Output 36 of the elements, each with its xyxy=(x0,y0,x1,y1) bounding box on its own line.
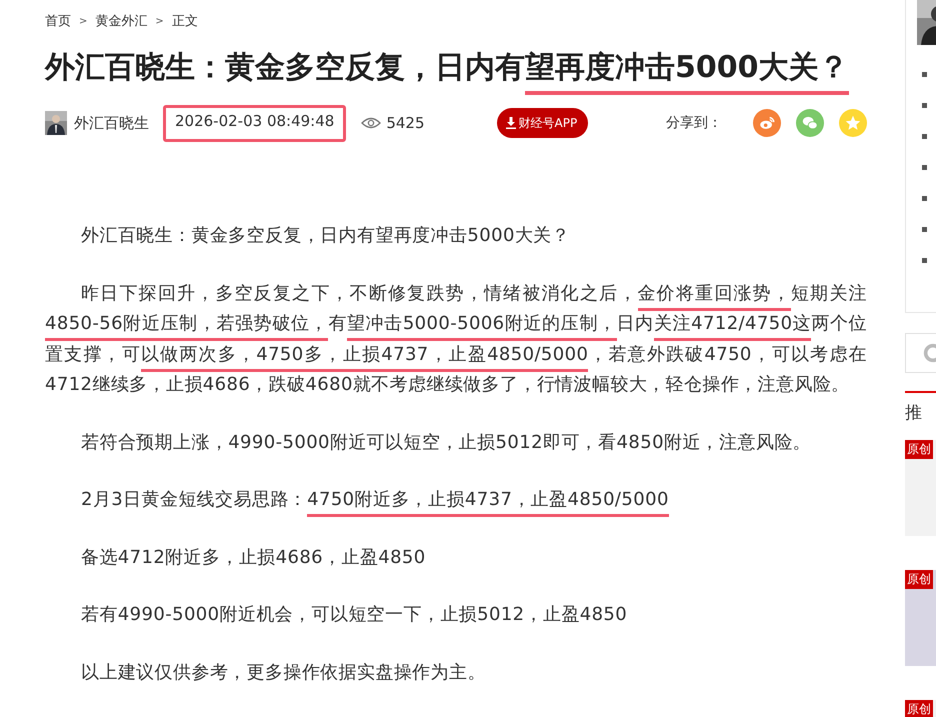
download-icon xyxy=(506,117,516,129)
list-bullet-icon xyxy=(922,134,927,139)
list-bullet-icon xyxy=(922,258,927,263)
share-label: 分享到： xyxy=(666,114,722,132)
article-title: 外汇百晓生：黄金多空反复，日内有望再度冲击5000大关？ xyxy=(45,46,867,102)
list-bullet-icon xyxy=(922,196,927,201)
article-paragraph: 若有4990-5000附近机会，可以短空一下，止损5012，止盈4850 xyxy=(80,603,628,627)
publish-date: 2026-02-03 08:49:48 xyxy=(163,104,346,142)
article-paragraph: 外汇百晓生：黄金多空反复，日内有望再度冲击5000大关？ xyxy=(80,224,572,248)
breadcrumb-separator: > xyxy=(155,16,164,26)
swirl-logo-icon xyxy=(758,114,776,132)
author-name[interactable]: 外汇百晓生 xyxy=(74,114,149,132)
app-download-button[interactable]: 财经号APP xyxy=(496,108,588,138)
share-button[interactable] xyxy=(839,109,867,137)
breadcrumb-link[interactable]: 正文 xyxy=(172,12,198,30)
article-paragraph: 2月3日黄金短线交易思路：4750附近多，止损4737，止盈4850/5000 xyxy=(45,485,867,516)
article-paragraph: 昨日下探回升，多空反复之下，不断修复跌势，情绪被消化之后，金价将重回涨势，短期关注 4850-56附近压制，若强势破位，有望冲击5000-5006附近的压制，日内关注4712/4750这两个位置支撑，可以做两次多，4750多，止损4737，止盈4850/5000，若意外跌破4750，可以考虑在4712继续多，止损4686，跌破4680就不考虑继续做多了，行情波幅较大，轻仓操作，注意风险。 xyxy=(45,282,867,397)
original-badge: 原创 xyxy=(905,440,933,459)
list-bullet-icon xyxy=(922,227,927,232)
share-button[interactable] xyxy=(796,109,824,137)
breadcrumb-link[interactable]: 黄金外汇 xyxy=(95,12,148,30)
list-bullet-icon xyxy=(922,103,927,108)
list-bullet-icon xyxy=(922,165,927,170)
article-paragraph: 备选4712附近多，止损4686，止盈4850 xyxy=(80,546,427,570)
breadcrumb-separator: > xyxy=(79,16,88,26)
section-heading: 推 xyxy=(905,402,923,424)
view-count: 5425 xyxy=(386,114,424,132)
list-bullet-icon xyxy=(922,72,927,77)
eye-icon xyxy=(361,117,382,129)
breadcrumb-link[interactable]: 首页 xyxy=(45,12,71,30)
original-badge: 原创 xyxy=(905,700,933,717)
article-paragraph: 以上建议仅供参考，更多操作依据实盘操作为主。 xyxy=(80,660,487,684)
share-button[interactable] xyxy=(753,109,781,137)
article-paragraph: 若符合预期上涨，4990-5000附近可以短空，止损5012即可，看4850附近，注意风险。 xyxy=(80,430,812,454)
original-badge: 原创 xyxy=(905,570,933,589)
star-icon xyxy=(844,114,862,132)
